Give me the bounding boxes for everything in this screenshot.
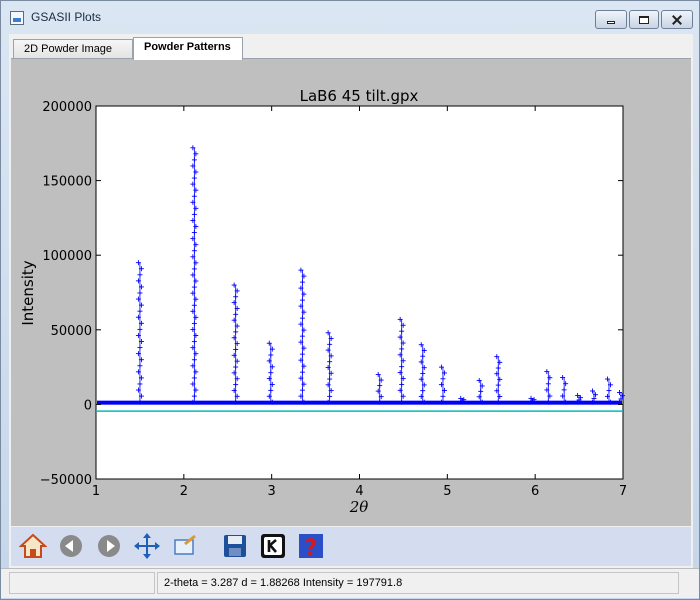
navigation-toolbar: ? bbox=[11, 527, 691, 566]
client-area: 2D Powder Image Powder Patterns 1 2 3 4 5 6 7 −… bbox=[9, 34, 693, 572]
save-icon[interactable] bbox=[221, 532, 249, 560]
title-bar[interactable]: GSASII Plots bbox=[1, 1, 699, 33]
x-tick-label: 5 bbox=[443, 484, 451, 499]
tab-powder-patterns[interactable]: Powder Patterns bbox=[133, 37, 243, 60]
x-axis-label: 2θ bbox=[349, 498, 369, 516]
background-trace bbox=[97, 400, 622, 405]
powder-pattern-plot[interactable]: 1 2 3 4 5 6 7 −50000 0 50000 100000 150000 200000 La… bbox=[11, 59, 691, 527]
x-tick-label: 7 bbox=[619, 484, 627, 499]
plot-window: GSASII Plots 2D Powder Image Powder Patt… bbox=[0, 0, 700, 600]
tab-strip: 2D Powder Image Powder Patterns bbox=[13, 37, 243, 60]
y-axis-label: Intensity bbox=[19, 260, 37, 325]
y-tick-label: 50000 bbox=[51, 324, 92, 339]
maximize-icon bbox=[639, 15, 649, 24]
close-icon bbox=[672, 15, 682, 25]
plot-panel: 1 2 3 4 5 6 7 −50000 0 50000 100000 150000 200000 La… bbox=[11, 58, 691, 526]
zoom-icon[interactable] bbox=[171, 532, 199, 560]
status-left bbox=[9, 572, 155, 594]
tab-2d-powder-image[interactable]: 2D Powder Image bbox=[13, 39, 133, 59]
y-tick-label: −50000 bbox=[40, 473, 92, 488]
y-tick-label: 0 bbox=[84, 398, 92, 413]
app-icon bbox=[10, 11, 24, 25]
minimize-button[interactable] bbox=[595, 10, 627, 29]
x-tick-label: 2 bbox=[180, 484, 188, 499]
pan-icon[interactable] bbox=[133, 532, 161, 560]
x-tick-label: 1 bbox=[92, 484, 100, 499]
plot-title: LaB6 45 tilt.gpx bbox=[300, 87, 419, 105]
maximize-button[interactable] bbox=[629, 10, 659, 29]
forward-arrow-icon[interactable] bbox=[95, 532, 123, 560]
y-tick-label: 100000 bbox=[42, 249, 92, 264]
home-icon[interactable] bbox=[19, 532, 47, 560]
y-tick-label: 150000 bbox=[42, 175, 92, 190]
window-title: GSASII Plots bbox=[31, 10, 102, 24]
back-arrow-icon[interactable] bbox=[57, 532, 85, 560]
y-tick-label: 200000 bbox=[42, 100, 92, 115]
x-tick-label: 3 bbox=[268, 484, 276, 499]
minimize-icon bbox=[607, 21, 615, 24]
status-readout: 2-theta = 3.287 d = 1.88268 Intensity = … bbox=[157, 572, 679, 594]
close-button[interactable] bbox=[661, 10, 693, 29]
key-icon[interactable] bbox=[259, 532, 287, 560]
plot-area bbox=[95, 105, 624, 480]
status-bar: 2-theta = 3.287 d = 1.88268 Intensity = … bbox=[1, 568, 699, 598]
x-tick-label: 4 bbox=[355, 484, 363, 499]
help-icon[interactable]: ? bbox=[297, 532, 325, 560]
svg-text:?: ? bbox=[305, 536, 318, 560]
x-tick-label: 6 bbox=[531, 484, 539, 499]
